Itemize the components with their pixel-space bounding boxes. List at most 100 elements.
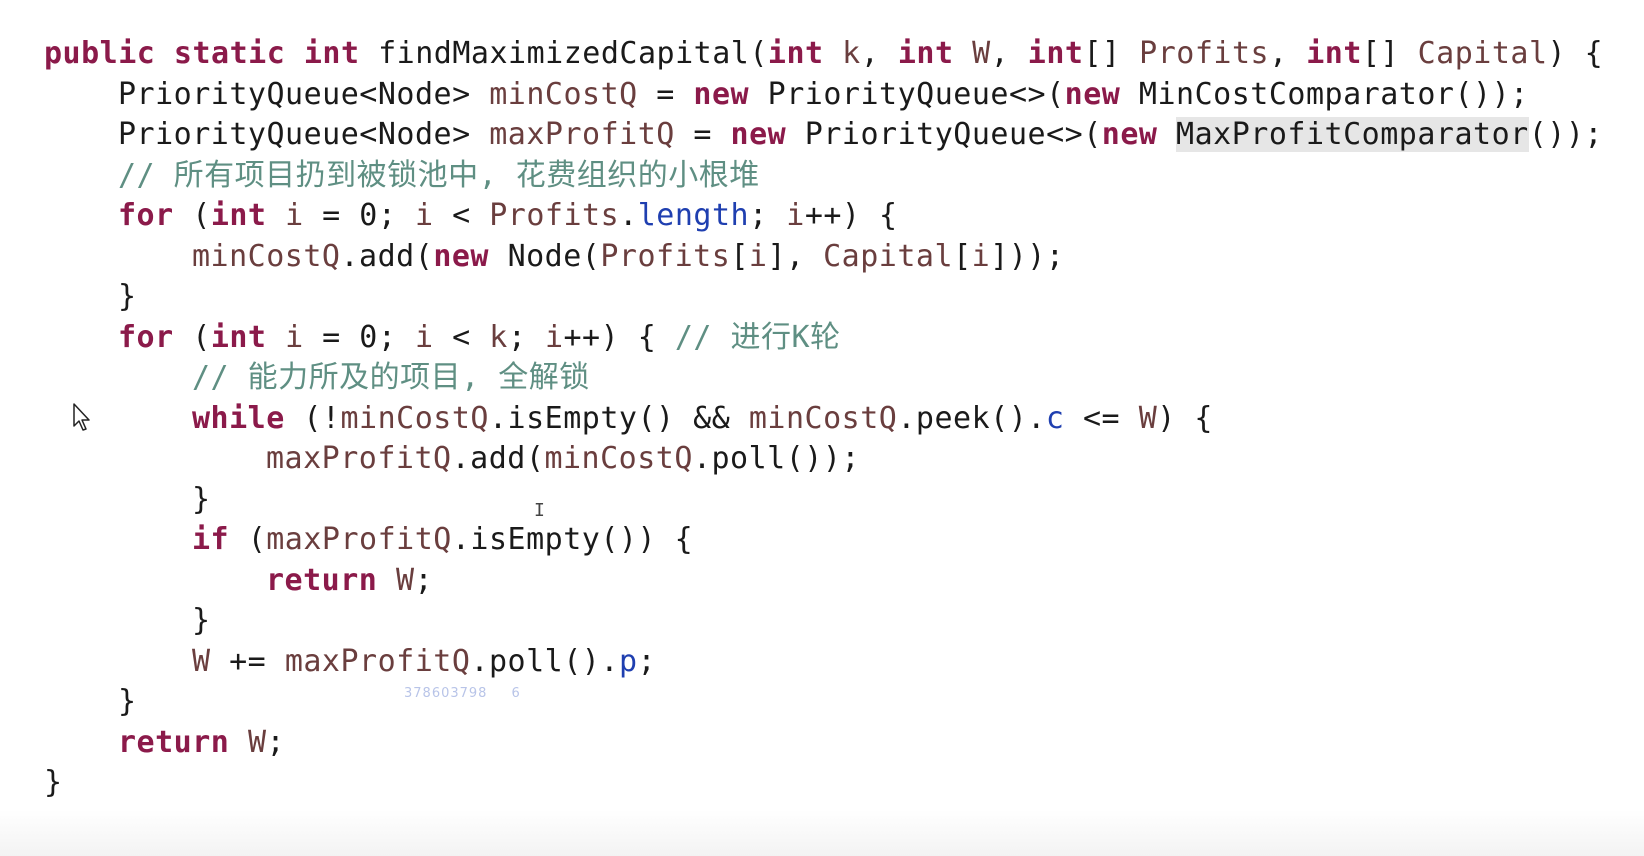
code-token-fld: p — [618, 644, 638, 679]
code-token-kw: for — [118, 198, 193, 233]
code-token-plain: [] — [1361, 36, 1418, 71]
code-editor[interactable]: public static int findMaximizedCapital(i… — [0, 0, 1644, 856]
code-line[interactable]: // 所有项目扔到被锁池中, 花费组织的小根堆 — [118, 155, 760, 197]
code-token-var: k — [842, 36, 861, 71]
code-token-var: Profits — [1139, 36, 1270, 71]
code-token-fld: c — [1045, 401, 1065, 436]
code-token-plain: += — [210, 644, 285, 679]
code-token-plain: , — [860, 36, 898, 71]
code-line[interactable]: for (int i = 0; i < Profits.length; i++)… — [118, 195, 898, 237]
code-token-plain: <= — [1064, 401, 1139, 436]
code-token-plain: } — [44, 765, 63, 800]
code-token-cmt: // 进行K轮 — [674, 320, 841, 355]
code-token-kw: int — [897, 36, 973, 71]
code-token-plain: } — [118, 279, 137, 314]
code-token-cmt: // 所有项目扔到被锁池中, 花费组织的小根堆 — [118, 158, 760, 193]
code-token-kw: while — [192, 401, 304, 436]
code-token-var: i — [415, 320, 434, 355]
code-token-var: W — [972, 36, 991, 71]
code-token-kw: new — [1101, 117, 1177, 152]
code-token-var: minCostQ — [192, 239, 341, 274]
code-token-var: maxProfitQ — [266, 522, 452, 557]
code-line[interactable]: while (!minCostQ.isEmpty() && minCostQ.p… — [192, 398, 1213, 440]
code-token-plain: ++) { — [563, 320, 675, 355]
code-line[interactable]: minCostQ.add(new Node(Profits[i], Capita… — [192, 236, 1064, 278]
code-token-var: Capital — [1417, 36, 1548, 71]
watermark-id: 378603798 — [404, 686, 488, 701]
i-beam-cursor-icon: I — [534, 500, 545, 521]
code-token-plain: = — [674, 117, 731, 152]
code-token-fld: length — [637, 198, 750, 233]
code-token-plain: ])); — [990, 239, 1065, 274]
code-token-var: minCostQ — [748, 401, 898, 436]
code-token-kw: if — [192, 522, 248, 557]
code-line[interactable]: PriorityQueue<Node> maxProfitQ = new Pri… — [118, 114, 1603, 156]
code-token-plain: [ — [953, 239, 972, 274]
code-line[interactable]: // 能力所及的项目, 全解锁 — [192, 357, 590, 399]
code-token-kw: new — [1064, 77, 1139, 112]
code-line[interactable]: return W; — [266, 560, 433, 602]
code-token-plain: , — [1269, 36, 1307, 71]
code-token-plain: ; — [637, 644, 657, 679]
code-token-plain: ( — [192, 198, 211, 233]
bottom-edge — [0, 810, 1644, 856]
code-token-plain: .add( — [451, 441, 545, 476]
code-line[interactable]: PriorityQueue<Node> minCostQ = new Prior… — [118, 74, 1529, 116]
code-token-plain: .poll()); — [692, 441, 860, 476]
code-token-var: maxProfitQ — [284, 644, 471, 679]
code-token-var: minCostQ — [340, 401, 489, 436]
code-token-plain: ) { — [1157, 401, 1213, 436]
code-token-hl: MaxProfitComparator — [1176, 117, 1529, 152]
code-token-kw: int — [1027, 36, 1084, 71]
watermark-suffix: 6 — [511, 686, 521, 701]
code-token-plain: .isEmpty() && — [489, 401, 749, 436]
code-line[interactable]: maxProfitQ.add(minCostQ.poll()); — [266, 438, 860, 480]
code-token-var: Profits — [489, 198, 620, 233]
code-token-var: minCostQ — [489, 77, 638, 112]
code-token-var: maxProfitQ — [266, 441, 452, 476]
code-token-var: W — [1138, 401, 1158, 436]
code-token-plain: PriorityQueue<Node> — [118, 77, 490, 112]
watermark: 378603798 6 — [404, 686, 545, 701]
code-token-kw: int — [767, 36, 843, 71]
code-token-plain: ; — [266, 725, 286, 760]
code-token-plain: ) { — [1547, 36, 1604, 71]
code-token-plain: < — [433, 320, 490, 355]
code-token-var: W — [192, 644, 211, 679]
code-line[interactable]: for (int i = 0; i < k; i++) { // 进行K轮 — [118, 317, 841, 359]
code-line[interactable]: W += maxProfitQ.poll().p; — [192, 641, 656, 683]
code-token-plain: .isEmpty()) { — [451, 522, 694, 557]
code-line[interactable]: } — [44, 762, 63, 804]
code-token-kw: public static int — [44, 36, 379, 71]
code-token-cmt: // 能力所及的项目, 全解锁 — [192, 360, 590, 395]
code-token-plain: } — [192, 603, 211, 638]
code-line[interactable]: } — [118, 681, 137, 723]
code-token-plain: findMaximizedCapital( — [378, 36, 768, 71]
code-token-plain: ; — [507, 320, 545, 355]
code-line[interactable]: } — [192, 600, 211, 642]
code-token-plain: ], — [767, 239, 824, 274]
code-token-plain: . — [619, 198, 638, 233]
code-token-kw: new — [433, 239, 508, 274]
code-token-plain: < — [433, 198, 490, 233]
code-token-var: i — [415, 198, 434, 233]
code-token-plain: .poll(). — [470, 644, 619, 679]
code-token-plain: ; — [749, 198, 787, 233]
code-line[interactable]: if (maxProfitQ.isEmpty()) { — [192, 519, 693, 561]
code-line[interactable]: } — [192, 479, 211, 521]
code-line[interactable]: return W; — [118, 722, 285, 764]
code-token-var: i — [971, 239, 991, 274]
code-token-kw: int — [1306, 36, 1362, 71]
code-line[interactable]: } — [118, 276, 137, 318]
code-token-var: Capital — [823, 239, 954, 274]
code-token-plain: = 0; — [303, 198, 415, 233]
code-token-kw: new — [730, 117, 805, 152]
code-token-plain: ++) { — [804, 198, 898, 233]
code-token-var: Profits — [600, 239, 731, 274]
code-token-var: W — [247, 725, 267, 760]
code-token-var: maxProfitQ — [489, 117, 675, 152]
code-line[interactable]: public static int findMaximizedCapital(i… — [44, 33, 1603, 75]
code-token-plain: Node( — [507, 239, 601, 274]
code-token-plain: ( — [247, 522, 267, 557]
code-token-kw: return — [266, 563, 396, 598]
